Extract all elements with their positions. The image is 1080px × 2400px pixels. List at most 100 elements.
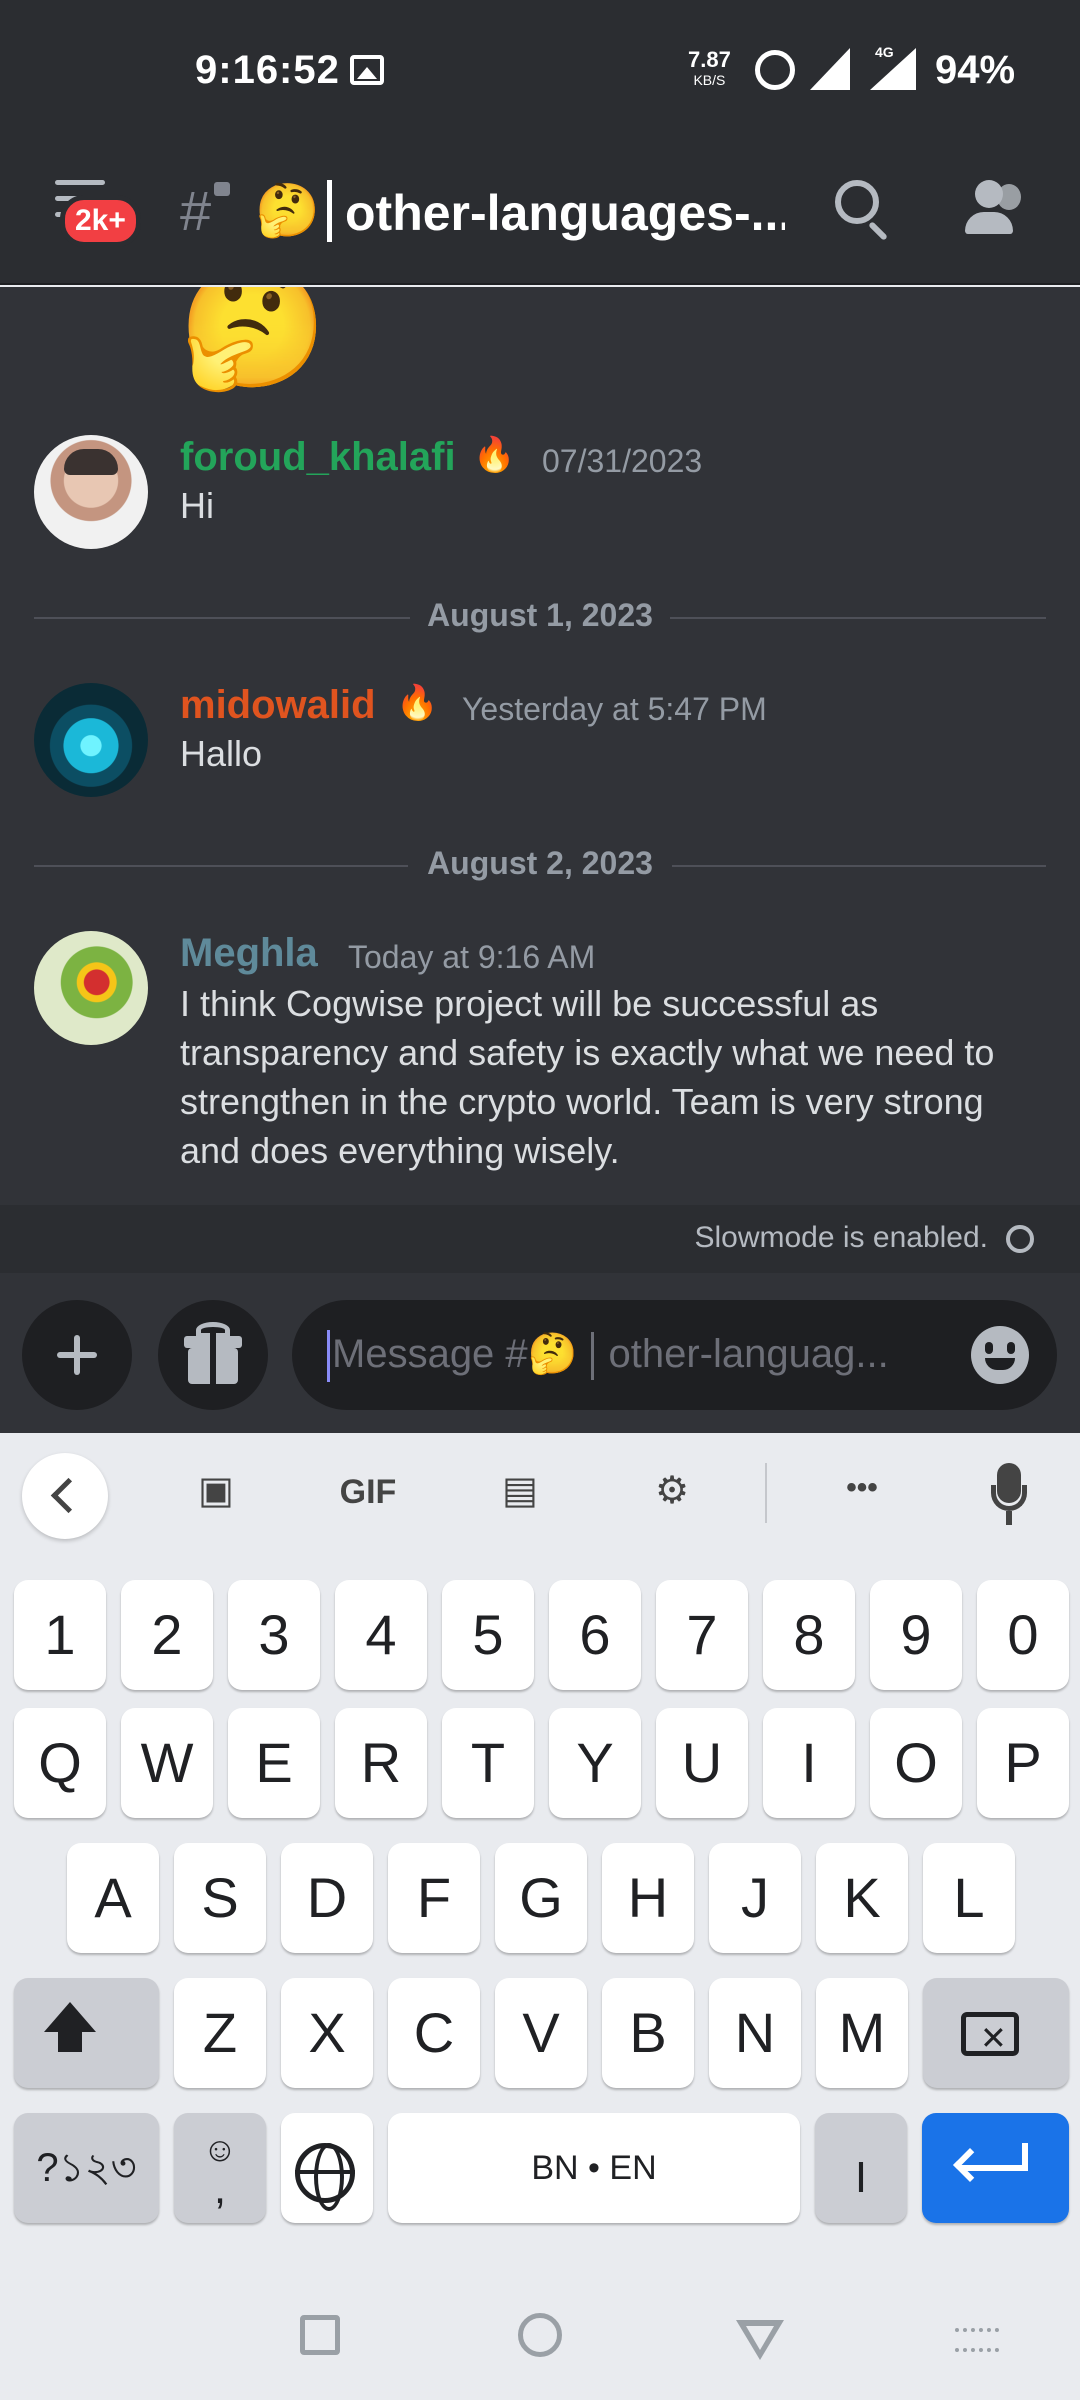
key-d[interactable]: D xyxy=(281,1843,373,1953)
key-j[interactable]: J xyxy=(709,1843,801,1953)
key-2[interactable]: 2 xyxy=(121,1580,213,1690)
key-w[interactable]: W xyxy=(121,1708,213,1818)
key-x[interactable]: X xyxy=(281,1978,373,2088)
menu-icon xyxy=(55,180,105,185)
channel-title[interactable]: other-languages-... xyxy=(345,184,785,242)
key-e[interactable]: E xyxy=(228,1708,320,1818)
key-p[interactable]: P xyxy=(977,1708,1069,1818)
separator-line xyxy=(670,617,1046,619)
message-author[interactable]: Meghla xyxy=(180,931,318,976)
key-4[interactable]: 4 xyxy=(335,1580,427,1690)
date-separator: August 2, 2023 xyxy=(34,845,1046,885)
keyboard-switch-icon[interactable] xyxy=(955,2328,999,2352)
key-g[interactable]: G xyxy=(495,1843,587,1953)
enter-key[interactable] xyxy=(922,2113,1069,2223)
channel-emoji: 🤔 xyxy=(255,182,320,240)
key-v[interactable]: V xyxy=(495,1978,587,2088)
shift-icon-part xyxy=(58,2030,82,2052)
placeholder-channel: other-languag... xyxy=(608,1332,889,1376)
avatar[interactable] xyxy=(34,931,148,1045)
emoji-comma-key[interactable]: ☺ , xyxy=(174,2113,266,2223)
system-nav-bar xyxy=(0,2280,1080,2400)
text-caret xyxy=(327,1330,330,1382)
alarm-icon xyxy=(755,50,795,90)
key-s[interactable]: S xyxy=(174,1843,266,1953)
date-separator: August 1, 2023 xyxy=(34,597,1046,637)
net-speed-unit: KB/S xyxy=(693,72,726,88)
members-icon[interactable] xyxy=(965,180,1025,240)
search-icon[interactable] xyxy=(835,180,879,224)
key-r[interactable]: R xyxy=(335,1708,427,1818)
comma-label: , xyxy=(213,2164,227,2213)
gif-button[interactable]: GIF xyxy=(328,1473,408,1512)
backspace-key[interactable] xyxy=(923,1978,1069,2093)
key-m[interactable]: M xyxy=(816,1978,908,2088)
key-6[interactable]: 6 xyxy=(549,1580,641,1690)
add-attachment-button[interactable] xyxy=(22,1300,132,1410)
message-composer: Message #🤔 other-languag... xyxy=(0,1273,1080,1433)
more-icon[interactable]: ••• xyxy=(822,1471,902,1505)
key-h[interactable]: H xyxy=(602,1843,694,1953)
shift-key[interactable] xyxy=(14,1978,159,2088)
message-timestamp: Today at 9:16 AM xyxy=(348,939,596,975)
message-list[interactable]: 🤔 foroud_khalafi 🔥 07/31/2023 Hi August … xyxy=(0,287,1080,1205)
key-q[interactable]: Q xyxy=(14,1708,106,1818)
message-timestamp: 07/31/2023 xyxy=(542,443,703,479)
emoji-message: 🤔 xyxy=(178,287,328,394)
locked-channel-icon: # xyxy=(180,179,212,242)
key-t[interactable]: T xyxy=(442,1708,534,1818)
key-f[interactable]: F xyxy=(388,1843,480,1953)
key-a[interactable]: A xyxy=(67,1843,159,1953)
signal-icon xyxy=(810,48,850,90)
status-bar: 9:16:52 7.87 KB/S 4G 94% xyxy=(0,0,1080,140)
placeholder-prefix: Message # xyxy=(332,1332,528,1376)
key-8[interactable]: 8 xyxy=(763,1580,855,1690)
key-1[interactable]: 1 xyxy=(14,1580,106,1690)
key-y[interactable]: Y xyxy=(549,1708,641,1818)
message-author[interactable]: midowalid xyxy=(180,683,376,728)
badge-icon: 🔥 xyxy=(473,436,516,474)
avatar[interactable] xyxy=(34,435,148,549)
message-input[interactable]: Message #🤔 other-languag... xyxy=(292,1300,1057,1410)
period-key[interactable]: I xyxy=(815,2113,907,2223)
key-c[interactable]: C xyxy=(388,1978,480,2088)
home-icon[interactable] xyxy=(518,2313,562,2357)
status-time: 9:16:52 xyxy=(195,48,340,92)
back-icon[interactable] xyxy=(22,1453,108,1539)
message-author[interactable]: foroud_khalafi xyxy=(180,435,456,480)
back-nav-icon[interactable] xyxy=(736,2320,784,2360)
sticker-icon[interactable]: ▣ xyxy=(176,1468,256,1513)
symbols-key[interactable]: ?১২৩ xyxy=(14,2113,159,2223)
mic-icon-part xyxy=(991,1485,1027,1511)
message-text: Hi xyxy=(180,485,214,526)
key-5[interactable]: 5 xyxy=(442,1580,534,1690)
gift-button[interactable] xyxy=(158,1300,268,1410)
key-l[interactable]: L xyxy=(923,1843,1015,1953)
settings-icon[interactable]: ⚙ xyxy=(632,1468,712,1513)
space-key[interactable]: BN • EN xyxy=(388,2113,800,2223)
separator-line xyxy=(672,865,1046,867)
clipboard-icon[interactable]: ▤ xyxy=(480,1468,560,1513)
members-icon-part xyxy=(965,212,1013,234)
avatar[interactable] xyxy=(34,683,148,797)
key-z[interactable]: Z xyxy=(174,1978,266,2088)
channel-name-divider xyxy=(327,180,332,242)
key-u[interactable]: U xyxy=(656,1708,748,1818)
network-type: 4G xyxy=(875,44,894,60)
language-key[interactable] xyxy=(281,2113,373,2223)
key-i[interactable]: I xyxy=(763,1708,855,1818)
plus-icon-part xyxy=(74,1335,80,1375)
key-n[interactable]: N xyxy=(709,1978,801,2088)
backspace-icon xyxy=(961,1983,1019,2093)
emoji-icon[interactable] xyxy=(971,1326,1029,1384)
key-9[interactable]: 9 xyxy=(870,1580,962,1690)
shift-icon xyxy=(44,2002,96,2032)
net-speed-value: 7.87 xyxy=(688,47,731,72)
key-3[interactable]: 3 xyxy=(228,1580,320,1690)
key-k[interactable]: K xyxy=(816,1843,908,1953)
key-b[interactable]: B xyxy=(602,1978,694,2088)
recents-icon[interactable] xyxy=(300,2315,340,2355)
key-0[interactable]: 0 xyxy=(977,1580,1069,1690)
key-7[interactable]: 7 xyxy=(656,1580,748,1690)
key-o[interactable]: O xyxy=(870,1708,962,1818)
